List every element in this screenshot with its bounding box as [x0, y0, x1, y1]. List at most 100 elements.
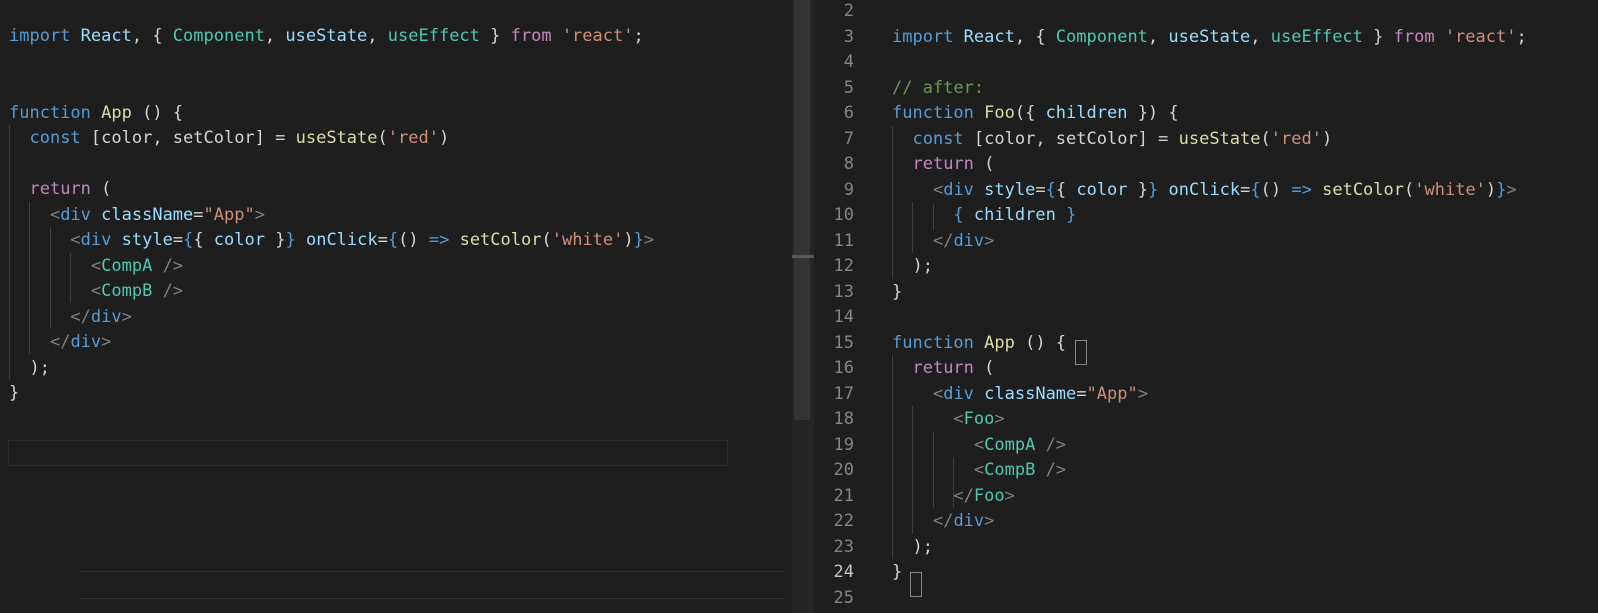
code-token: </	[932, 511, 954, 531]
code-line[interactable]: import React, { Component, useState, use…	[9, 23, 644, 49]
code-token: }) {	[1127, 103, 1179, 123]
code-line[interactable]: <CompB />	[892, 457, 1066, 483]
code-line[interactable]: </div>	[892, 228, 994, 254]
code-line[interactable]: );	[892, 253, 932, 279]
code-token: {	[387, 230, 399, 250]
code-line[interactable]: function Foo({ children }) {	[892, 100, 1179, 126]
code-token: );	[892, 536, 933, 557]
divider-handle[interactable]	[792, 255, 814, 258]
indent-guide	[912, 406, 914, 534]
code-line[interactable]: <div className="App">	[9, 202, 265, 228]
code-token: >	[1506, 179, 1517, 200]
code-line[interactable]: function App () {	[892, 330, 1066, 356]
code-line[interactable]: const [color, setColor] = useState('red'…	[892, 126, 1332, 152]
code-token: >	[254, 204, 265, 225]
code-line[interactable]: return (	[892, 151, 994, 177]
code-token: div	[60, 204, 102, 225]
bracket-match-highlight	[1075, 340, 1087, 365]
code-line[interactable]: }	[9, 380, 19, 406]
code-token: , {	[1014, 26, 1056, 47]
code-token: function	[892, 332, 985, 353]
code-line[interactable]: </div>	[9, 329, 111, 355]
line-number: 23	[833, 536, 854, 557]
code-token: Foo	[963, 409, 995, 429]
code-token: 'white'	[551, 230, 624, 250]
left-scrollbar-thumb[interactable]	[794, 0, 810, 420]
code-line[interactable]: const [color, setColor] = useState('red'…	[9, 125, 449, 151]
code-token: }	[892, 562, 903, 582]
code-line[interactable]: <div style={{ color }} onClick={() => se…	[9, 227, 654, 253]
code-line[interactable]: <div className="App">	[892, 381, 1148, 407]
code-token: return	[29, 179, 91, 199]
code-token: ()	[398, 230, 429, 250]
code-line[interactable]: { children }	[892, 202, 1076, 228]
code-line[interactable]: </div>	[9, 304, 131, 330]
left-editor-pane[interactable]: import React, { Component, useState, use…	[0, 0, 792, 613]
line-number: 14	[833, 307, 854, 327]
indent-guide	[892, 355, 893, 559]
line-number: 2	[843, 1, 854, 21]
code-line[interactable]: </div>	[892, 508, 994, 534]
code-token: }	[9, 383, 20, 403]
code-token: "App"	[1086, 383, 1138, 404]
line-number: 21	[833, 485, 854, 506]
code-token: div	[90, 306, 122, 327]
code-line[interactable]: // after:	[892, 75, 984, 101]
code-line[interactable]: );	[9, 355, 49, 381]
line-number: 9	[843, 179, 854, 200]
code-token: {	[1045, 179, 1056, 200]
right-editor-pane[interactable]: 2 3 4 5 6 7 8 9 10 11 12 13 14 15 16 17 18 19 20 21 22 23 24 25…	[814, 0, 1598, 613]
code-token: {	[953, 205, 964, 225]
code-token: >	[1004, 485, 1015, 506]
code-token: children	[1045, 103, 1128, 123]
code-token: return	[912, 154, 974, 174]
code-line[interactable]: }	[892, 279, 902, 305]
code-token: useState	[295, 128, 378, 148]
code-token: Component	[1055, 26, 1148, 47]
code-token: =	[377, 230, 388, 250]
code-token: Component	[172, 26, 265, 46]
line-number: 22	[833, 511, 854, 531]
code-line[interactable]: <CompA />	[892, 432, 1066, 458]
code-line[interactable]: );	[892, 534, 933, 560]
code-token: () {	[131, 102, 184, 123]
code-token: color	[213, 230, 265, 250]
line-number: 7	[843, 128, 854, 149]
line-number: 11	[833, 230, 854, 251]
code-token: 'react'	[561, 26, 634, 46]
code-token: CompB	[984, 460, 1036, 480]
code-line[interactable]: <div style={{ color }} onClick={() => se…	[892, 177, 1517, 203]
line-number: 19	[833, 434, 854, 455]
code-token: }	[285, 230, 296, 250]
code-token: import	[9, 26, 81, 46]
code-token: {	[1055, 179, 1077, 200]
code-line[interactable]: <CompB />	[9, 278, 183, 304]
code-token: )	[1321, 128, 1333, 149]
code-token: {	[193, 230, 214, 250]
code-line[interactable]: <Foo>	[892, 406, 1004, 432]
code-token: CompA	[984, 434, 1036, 455]
indent-guide	[912, 202, 914, 253]
code-line[interactable]: import React, { Component, useState, use…	[892, 24, 1527, 50]
code-line[interactable]: return (	[9, 176, 111, 202]
code-token: () {	[1014, 332, 1067, 353]
code-line[interactable]: <CompA />	[9, 253, 183, 279]
code-token: "App"	[203, 204, 255, 225]
code-line[interactable]: return (	[892, 355, 994, 381]
code-token: setColor	[459, 230, 542, 250]
line-number: 8	[843, 154, 854, 174]
code-line[interactable]: }	[892, 559, 902, 585]
code-line[interactable]: function App () {	[9, 100, 183, 126]
code-token: }	[1362, 26, 1394, 47]
code-token: />	[1035, 434, 1067, 455]
code-token: ,	[264, 26, 286, 46]
code-token: </	[953, 485, 974, 506]
